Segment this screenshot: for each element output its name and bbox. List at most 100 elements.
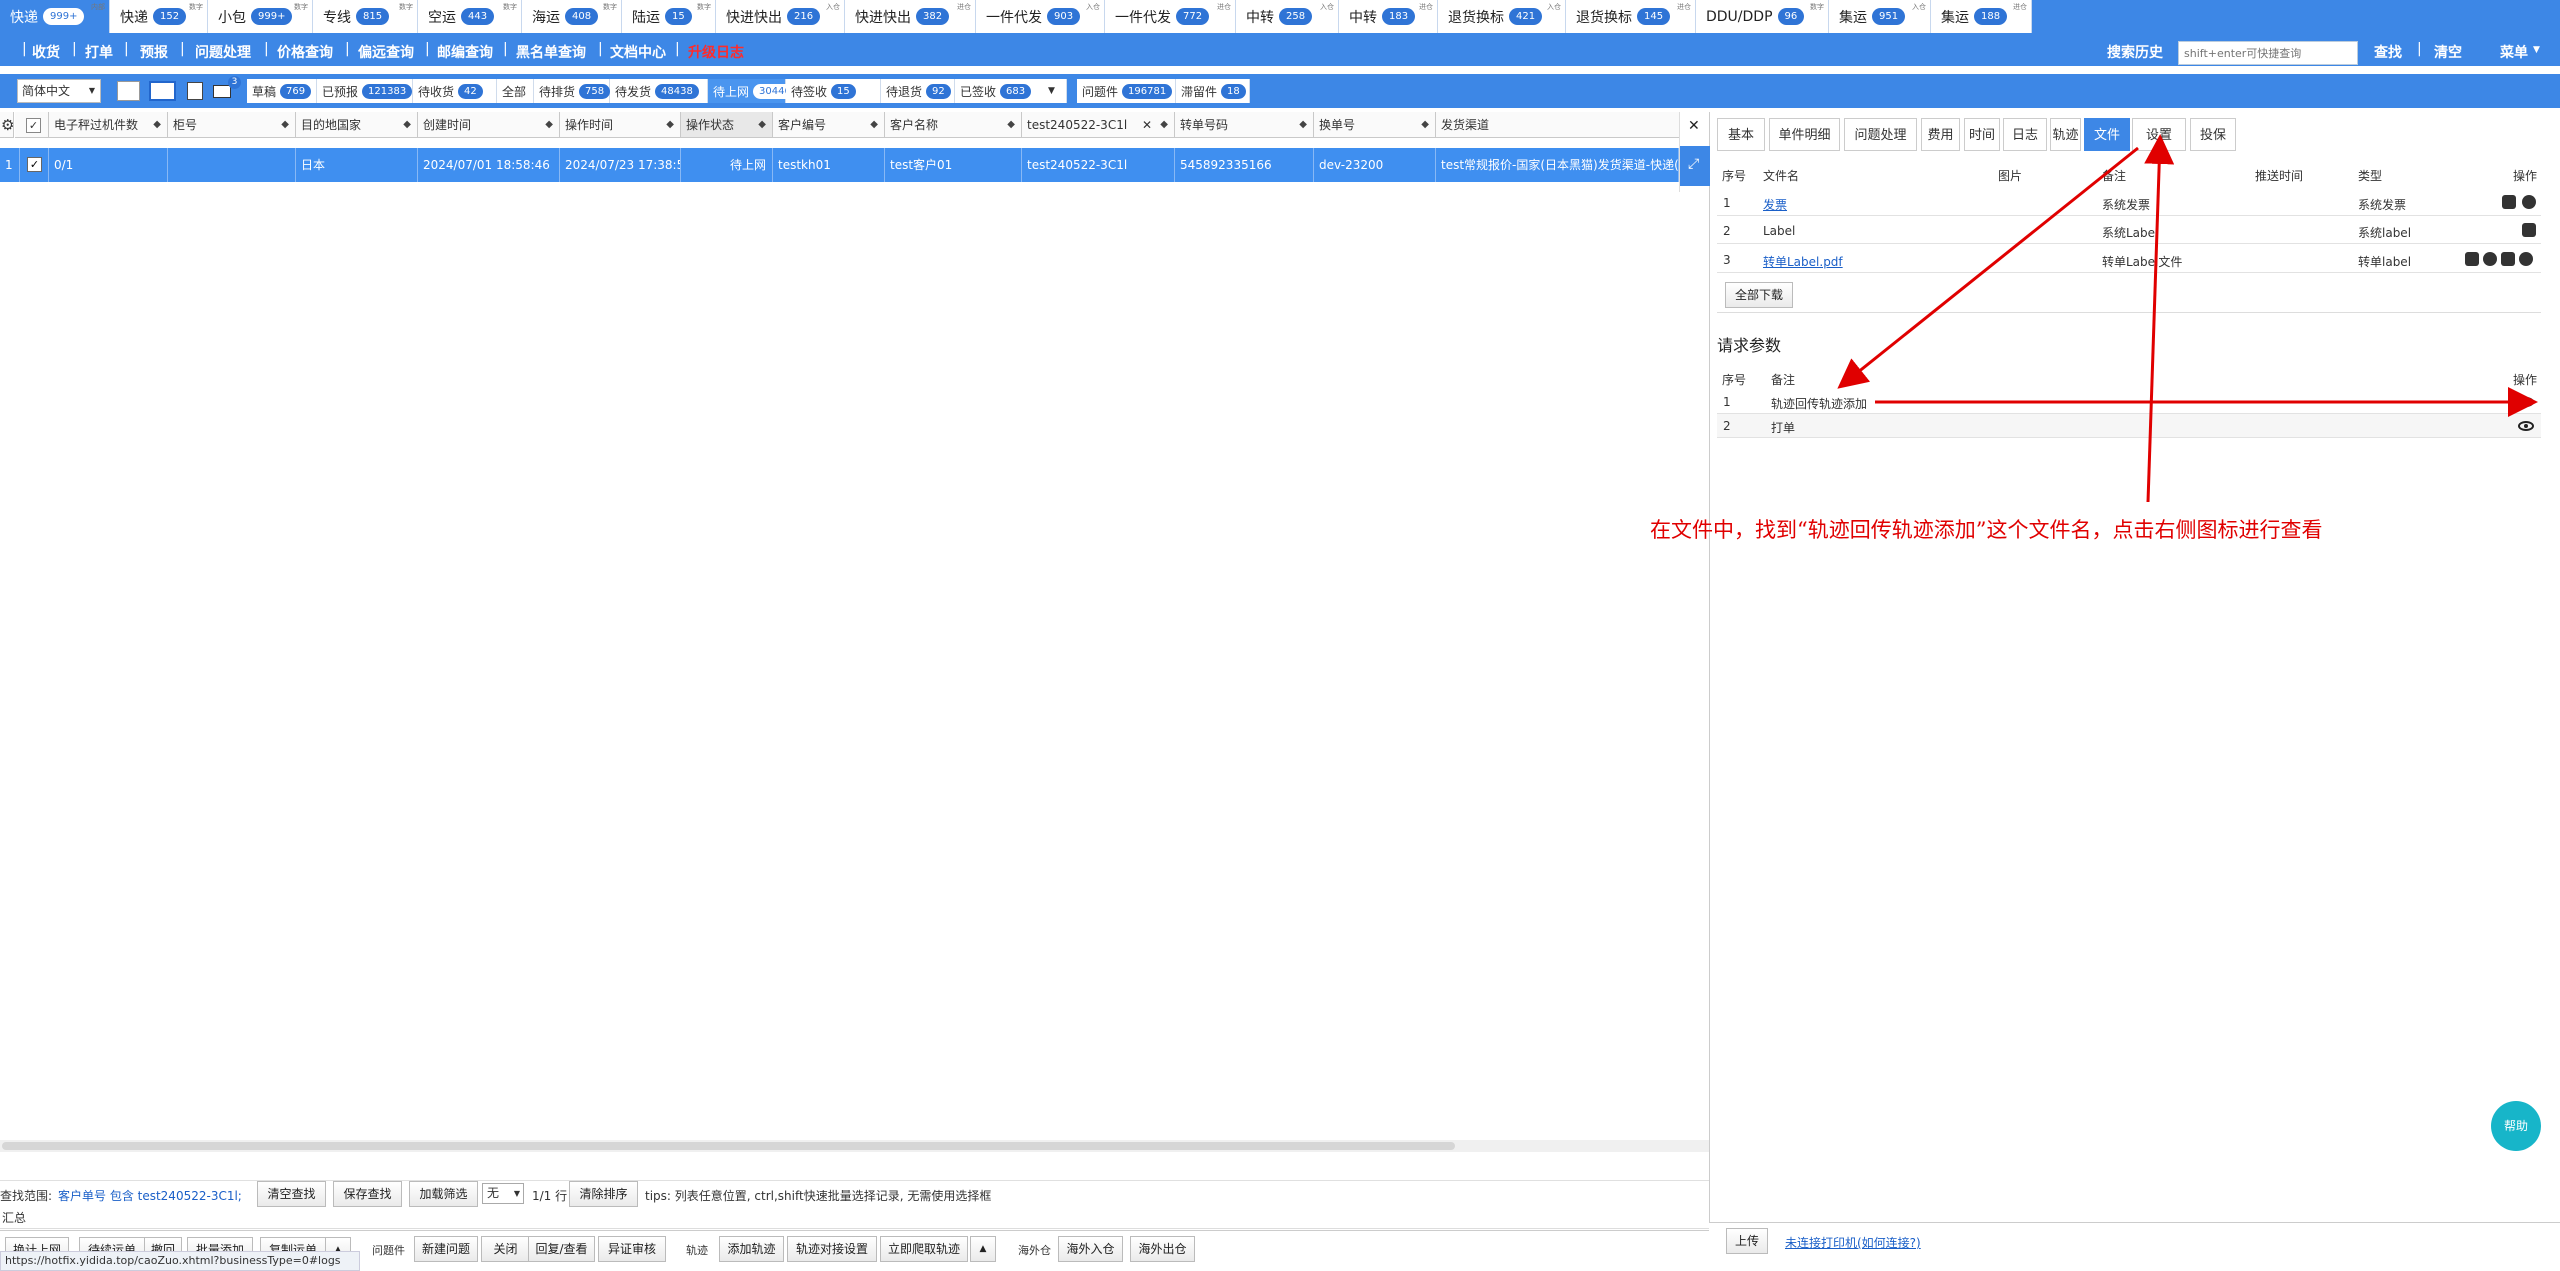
- top-tab[interactable]: 陆运 15 数字: [622, 0, 716, 33]
- view-eye-icon[interactable]: [2518, 421, 2534, 431]
- sort-icon[interactable]: ◆: [403, 112, 411, 137]
- detail-tab[interactable]: 费用: [1921, 118, 1960, 151]
- sort-icon[interactable]: ◆: [1421, 112, 1429, 137]
- download-icon[interactable]: [2483, 252, 2497, 266]
- printer-connect-link[interactable]: 未连接打印机(如何连接?): [1785, 1234, 1921, 1251]
- nav-item-upgrade-log[interactable]: 升级日志: [688, 42, 744, 62]
- column-header[interactable]: 电子秤过机件数 ◆: [49, 112, 168, 138]
- top-tab[interactable]: 空运 443 数字: [418, 0, 522, 33]
- nav-item-issues[interactable]: 问题处理: [195, 42, 251, 62]
- column-header[interactable]: 换单号 ◆: [1314, 112, 1436, 138]
- edit-icon[interactable]: [2501, 252, 2515, 266]
- expand-panel-button[interactable]: ⤢: [1680, 146, 1710, 186]
- nav-item-postcode[interactable]: 邮编查询: [437, 42, 493, 62]
- status-filter-item[interactable]: 草稿 769: [247, 79, 317, 103]
- action-button[interactable]: 异证审核: [598, 1236, 666, 1262]
- status-filter-item[interactable]: 待退货 92: [881, 79, 955, 103]
- load-filter-button[interactable]: 加载筛选: [409, 1181, 478, 1207]
- column-header[interactable]: 发货渠道: [1436, 112, 1683, 138]
- top-tab[interactable]: 快进快出 216 入仓: [716, 0, 845, 33]
- top-tab[interactable]: 中转 183 进仓: [1339, 0, 1438, 33]
- print-icon[interactable]: [2522, 223, 2536, 237]
- table-cell[interactable]: 2024/07/01 18:58:46: [418, 148, 560, 182]
- table-cell[interactable]: 待上网: [681, 148, 773, 182]
- info-icon[interactable]: [2519, 252, 2533, 266]
- table-cell[interactable]: testkh01: [773, 148, 885, 182]
- print-icon[interactable]: [2502, 195, 2516, 209]
- top-tab[interactable]: 退货换标 145 进仓: [1566, 0, 1696, 33]
- column-header[interactable]: 目的地国家 ◆: [296, 112, 418, 138]
- gear-icon[interactable]: ⚙: [0, 112, 14, 138]
- column-header[interactable]: 操作时间 ◆: [560, 112, 681, 138]
- clear-sort-button[interactable]: 清除排序: [569, 1181, 638, 1207]
- document-icon[interactable]: [187, 82, 203, 100]
- horizontal-scrollbar[interactable]: [0, 1140, 1709, 1152]
- file-name[interactable]: 转单Label.pdf: [1763, 253, 1843, 270]
- top-tab[interactable]: 一件代发 772 进仓: [1105, 0, 1236, 33]
- status-filter-item[interactable]: 待上网 30446: [708, 79, 797, 103]
- close-icon[interactable]: ✕: [1688, 118, 1700, 134]
- filter-select[interactable]: 无 ▼: [482, 1183, 524, 1204]
- detail-tab[interactable]: 时间: [1964, 118, 2000, 151]
- sort-icon[interactable]: ◆: [545, 112, 553, 137]
- quick-search-input[interactable]: [2178, 41, 2358, 65]
- status-filter-item[interactable]: 已签收 683: [955, 79, 1051, 103]
- action-button[interactable]: 海外入仓: [1058, 1236, 1123, 1262]
- table-cell[interactable]: test常规报价-国家(日本黑猫)发货渠道-快递(北: [1436, 148, 1679, 182]
- status-filter-item[interactable]: 已预报 121383: [317, 79, 413, 103]
- sort-icon[interactable]: ◆: [1007, 112, 1015, 137]
- download-all-button[interactable]: 全部下载: [1725, 282, 1793, 308]
- search-history-link[interactable]: 搜索历史: [2107, 42, 2163, 62]
- clear-button[interactable]: 清空: [2434, 42, 2462, 62]
- help-button[interactable]: 帮助: [2491, 1101, 2541, 1151]
- top-tab[interactable]: 专线 815 数字: [313, 0, 418, 33]
- detail-tab[interactable]: 日志: [2003, 118, 2047, 151]
- sort-icon[interactable]: ◆: [666, 112, 674, 137]
- sort-icon[interactable]: ◆: [870, 112, 878, 137]
- file-name[interactable]: 发票: [1763, 196, 1787, 213]
- status-filter-item[interactable]: 待发货 48438: [610, 79, 708, 103]
- table-cell[interactable]: test240522-3C1l: [1022, 148, 1175, 182]
- clear-search-button[interactable]: 清空查找: [257, 1181, 326, 1207]
- chevron-up-icon[interactable]: ▲: [970, 1236, 996, 1262]
- top-tab[interactable]: 集运 951 入仓: [1829, 0, 1931, 33]
- action-button[interactable]: 回复/查看: [528, 1236, 595, 1262]
- column-header[interactable]: test240522-3C1l ◆ ✕: [1022, 112, 1175, 138]
- top-tab[interactable]: 快递 999+ 内部: [0, 0, 110, 33]
- table-cell[interactable]: 0/1: [49, 148, 168, 182]
- view-eye-icon[interactable]: [2518, 397, 2534, 407]
- top-tab[interactable]: 退货换标 421 入仓: [1438, 0, 1566, 33]
- column-header[interactable]: 客户名称 ◆: [885, 112, 1022, 138]
- row-checkbox[interactable]: ✓: [20, 148, 49, 182]
- detail-tab[interactable]: 文件: [2084, 118, 2130, 151]
- nav-item-price[interactable]: 价格查询: [277, 42, 333, 62]
- nav-item-receive[interactable]: 收货: [32, 42, 60, 62]
- table-cell[interactable]: 545892335166: [1175, 148, 1314, 182]
- action-button[interactable]: 立即爬取轨迹: [880, 1236, 968, 1262]
- column-header[interactable]: 转单号码 ◆: [1175, 112, 1314, 138]
- sort-icon[interactable]: ◆: [1299, 112, 1307, 137]
- search-button[interactable]: 查找: [2374, 42, 2402, 62]
- menu-button[interactable]: 菜单: [2500, 42, 2528, 62]
- nav-item-remote[interactable]: 偏远查询: [358, 42, 414, 62]
- table-cell[interactable]: dev-23200: [1314, 148, 1436, 182]
- column-header[interactable]: 操作状态 ◆: [681, 112, 773, 138]
- top-tab[interactable]: 快递 152 数字: [110, 0, 208, 33]
- detail-tab[interactable]: 投保: [2190, 118, 2236, 151]
- download-icon[interactable]: [2522, 195, 2536, 209]
- detail-tab[interactable]: 轨迹: [2050, 118, 2081, 151]
- status-filter-item[interactable]: 待收货 42: [413, 79, 497, 103]
- detail-tab[interactable]: 基本: [1717, 118, 1765, 151]
- close-icon[interactable]: ✕: [1142, 112, 1152, 137]
- table-cell[interactable]: 日本: [296, 148, 418, 182]
- top-tab[interactable]: DDU/DDP 96 数字: [1696, 0, 1829, 33]
- column-header[interactable]: 创建时间 ◆: [418, 112, 560, 138]
- column-header[interactable]: 柜号 ◆: [168, 112, 296, 138]
- detail-tab[interactable]: 单件明细: [1769, 118, 1840, 151]
- top-tab[interactable]: 中转 258 入仓: [1236, 0, 1339, 33]
- scrollbar-thumb[interactable]: [2, 1142, 1455, 1150]
- sort-icon[interactable]: ◆: [758, 112, 766, 137]
- upload-button[interactable]: 上传: [1726, 1228, 1768, 1254]
- status-filter-item[interactable]: 滞留件 18: [1176, 79, 1250, 103]
- action-button[interactable]: 轨迹对接设置: [787, 1236, 877, 1262]
